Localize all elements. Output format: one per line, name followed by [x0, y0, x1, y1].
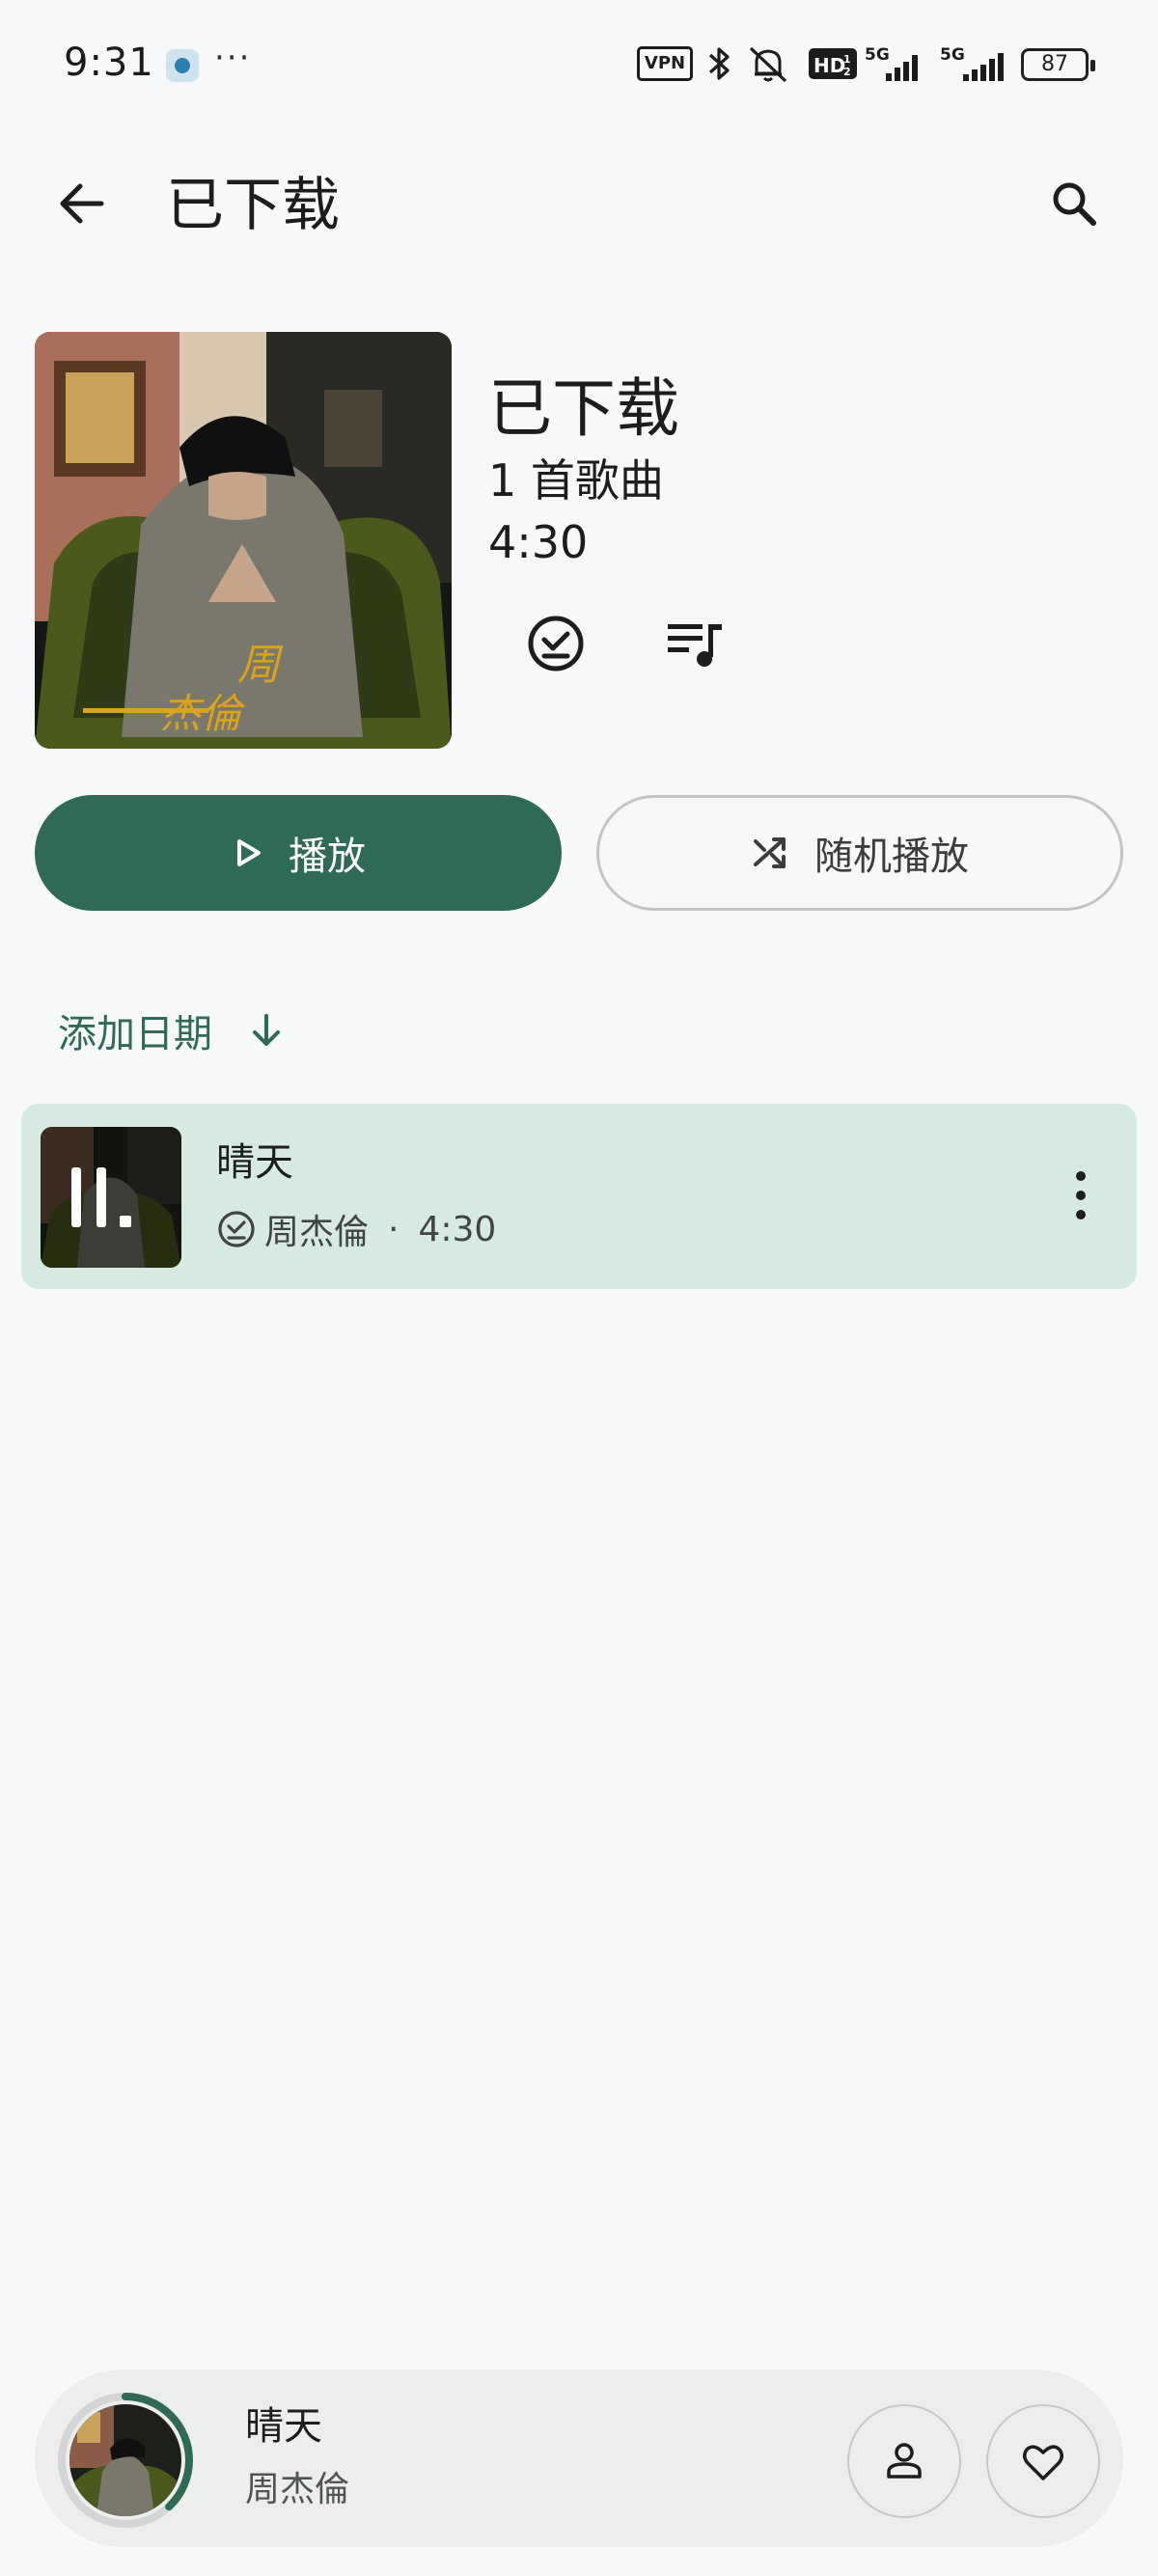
page-title: 已下载	[166, 172, 340, 239]
svg-text:2: 2	[843, 66, 851, 78]
add-to-queue-button[interactable]	[656, 610, 733, 677]
shuffle-label: 随机播放	[814, 835, 969, 879]
song-title: 晴天	[216, 1140, 293, 1185]
battery-icon: 87	[1021, 48, 1095, 81]
svg-text:周: 周	[237, 641, 284, 690]
vpn-icon: VPN	[637, 46, 693, 81]
separator-dot: ·	[388, 1209, 400, 1249]
header-title: 已下载	[488, 371, 679, 446]
total-duration: 4:30	[488, 516, 589, 568]
song-more-button[interactable]	[1052, 1162, 1110, 1229]
mini-player-artwork[interactable]	[56, 2391, 195, 2530]
search-icon	[1053, 182, 1096, 226]
mute-bell-icon	[749, 46, 787, 83]
back-button[interactable]	[48, 170, 116, 237]
bluetooth-icon	[708, 47, 730, 80]
song-count: 1 首歌曲	[488, 454, 664, 507]
status-bar: 9:31 ··· VPN HD 1 2 5G 5G 87	[0, 0, 1158, 125]
play-button[interactable]: 播放	[35, 795, 562, 911]
more-vert-icon	[1076, 1171, 1086, 1219]
artist-button[interactable]	[847, 2404, 961, 2518]
back-arrow-icon	[60, 183, 104, 224]
svg-text:HD: HD	[813, 54, 845, 77]
svg-text:5G: 5G	[865, 45, 890, 65]
album-art: 周 杰倫	[35, 332, 452, 749]
song-row[interactable]: 晴天 周杰倫 · 4:30	[21, 1104, 1137, 1289]
song-duration: 4:30	[418, 1209, 497, 1249]
queue-music-icon	[668, 624, 722, 667]
heart-icon	[1023, 2445, 1063, 2480]
shuffle-button[interactable]: 随机播放	[596, 795, 1123, 911]
status-time: 9:31	[64, 41, 154, 85]
status-more-indicator: ···	[214, 39, 252, 77]
downloaded-icon	[218, 1211, 255, 1247]
signal-5g-icon-2: 5G	[940, 45, 1004, 81]
download-done-icon	[528, 616, 584, 671]
song-artist: 周杰倫	[264, 1213, 370, 1252]
play-icon	[237, 839, 261, 866]
like-button[interactable]	[986, 2404, 1100, 2518]
svg-text:1: 1	[843, 53, 851, 66]
sort-label: 添加日期	[58, 1012, 212, 1056]
download-status-button[interactable]	[517, 610, 594, 677]
shuffle-icon	[754, 837, 786, 868]
svg-text:杰倫: 杰倫	[160, 690, 246, 737]
hd-voice-icon: HD 1 2	[809, 48, 857, 79]
arrow-down-icon	[253, 1014, 280, 1046]
play-label: 播放	[289, 835, 366, 879]
sort-control[interactable]: 添加日期	[58, 1001, 286, 1059]
search-button[interactable]	[1040, 170, 1108, 237]
svg-text:5G: 5G	[940, 45, 965, 65]
person-icon	[887, 2443, 922, 2479]
signal-5g-icon-1: 5G	[865, 45, 918, 81]
pause-icon	[71, 1167, 131, 1227]
mini-player-title: 晴天	[245, 2404, 322, 2449]
song-thumbnail[interactable]	[41, 1127, 181, 1268]
mini-player-artist: 周杰倫	[245, 2470, 350, 2509]
song-subtitle: 周杰倫 · 4:30	[216, 1204, 496, 1254]
mini-player[interactable]: 晴天 周杰倫	[35, 2370, 1123, 2547]
notification-app-icon	[166, 49, 199, 82]
